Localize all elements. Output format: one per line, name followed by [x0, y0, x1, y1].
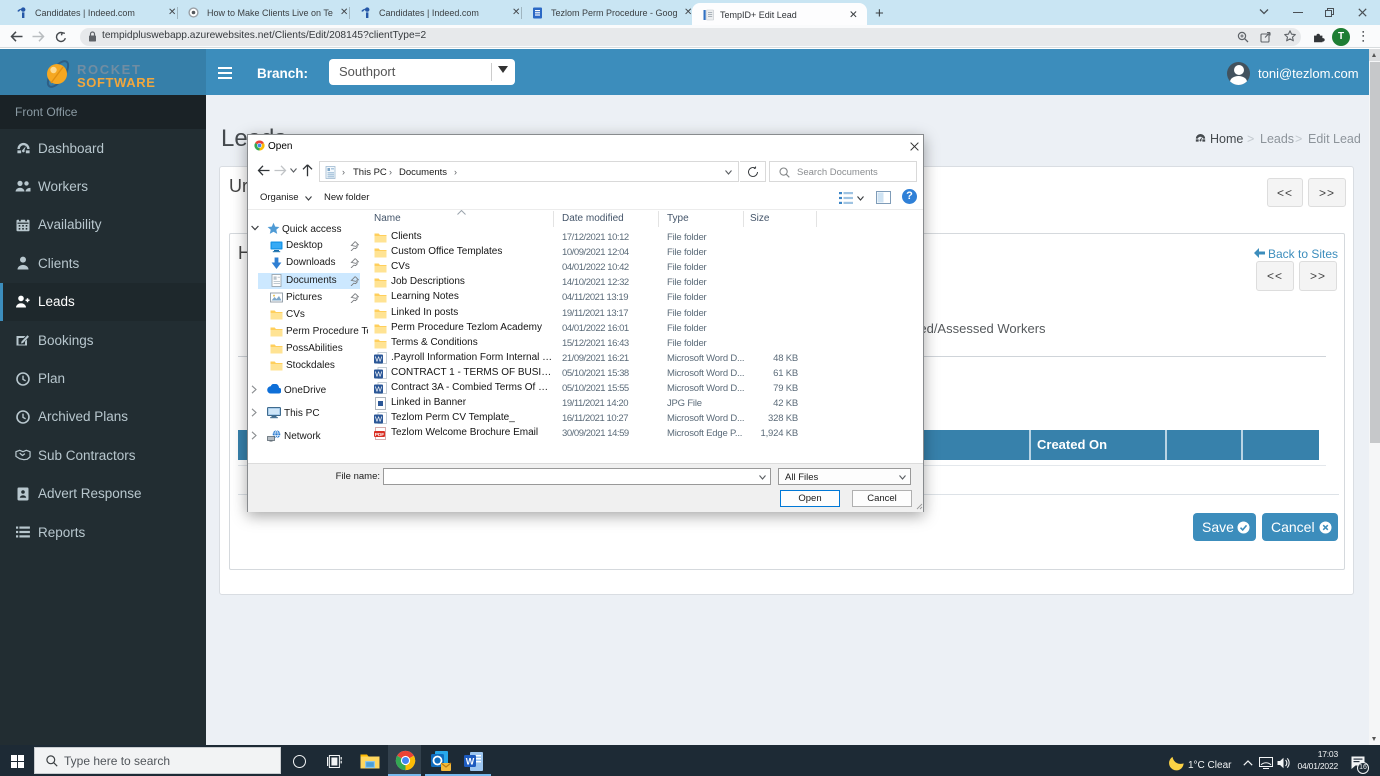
svg-text:PDF: PDF	[375, 432, 384, 437]
svg-text:W: W	[375, 369, 383, 378]
svg-text:W: W	[375, 385, 383, 394]
svg-text:W: W	[375, 354, 383, 363]
svg-text:W: W	[375, 415, 383, 424]
svg-text:W: W	[466, 756, 475, 766]
